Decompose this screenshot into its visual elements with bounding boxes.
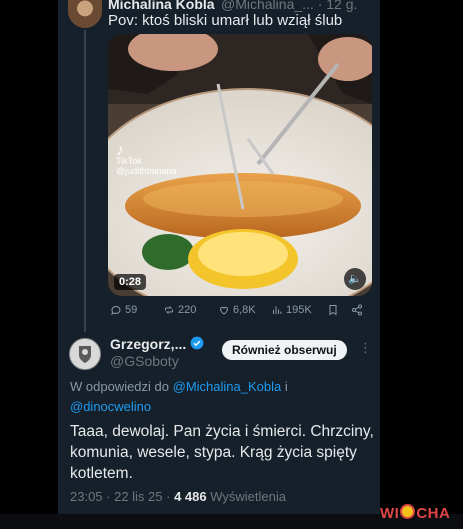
author-handle-time: @Michalina_... · 12 g. bbox=[221, 0, 357, 12]
mention-link[interactable]: @Michalina_Kobla bbox=[173, 379, 282, 394]
views-button[interactable]: 195K bbox=[271, 304, 312, 316]
mute-icon[interactable]: 🔈 bbox=[344, 268, 366, 290]
reply-meta: 23:05 · 22 lis 25 · 4 486 Wyświetlenia bbox=[70, 489, 286, 504]
heart-icon bbox=[219, 306, 229, 315]
share-icon bbox=[352, 304, 362, 316]
thread-line bbox=[84, 30, 86, 332]
tiktok-logo-icon: ♪ bbox=[116, 142, 124, 159]
coat-of-arms-icon bbox=[79, 346, 91, 363]
reply-button[interactable]: 59 bbox=[110, 304, 137, 316]
tiktok-watermark: ♪ TikTok @judithbanana bbox=[116, 142, 177, 177]
watermark-part2: CHA bbox=[416, 505, 451, 522]
watermark-o-icon bbox=[400, 504, 416, 519]
reply-count: 59 bbox=[125, 304, 138, 316]
reply-author-name[interactable]: Grzegorz,... bbox=[110, 336, 186, 352]
tweet-video[interactable]: ♪ TikTok @judithbanana 0:28 🔈 bbox=[108, 34, 372, 296]
mention-link[interactable]: @dinocwelino bbox=[70, 399, 151, 414]
repost-count: 220 bbox=[178, 304, 197, 316]
left-black-bar bbox=[0, 0, 58, 529]
author-handle[interactable]: @Michalina_... bbox=[221, 0, 314, 12]
video-duration: 0:28 bbox=[114, 274, 147, 290]
tiktok-user: @judithbanana bbox=[116, 166, 177, 176]
reply-context: W odpowiedzi do @Michalina_Kobla i @dino… bbox=[70, 377, 370, 417]
tweet-time[interactable]: · 12 g. bbox=[318, 0, 358, 12]
repost-icon bbox=[165, 306, 173, 314]
like-count: 6,8K bbox=[233, 304, 256, 316]
wiocha-watermark: WI CHA bbox=[380, 504, 450, 522]
tweet-actions: 59 220 6,8K 195K bbox=[108, 304, 372, 322]
reply-author-handle[interactable]: @GSoboty bbox=[110, 353, 179, 369]
share-button[interactable] bbox=[351, 304, 363, 316]
views-chart-icon bbox=[273, 306, 282, 314]
reply-text: Taaa, dewolaj. Pan życia i śmierci. Chrz… bbox=[70, 423, 374, 482]
reply-joiner: i bbox=[284, 379, 288, 394]
bookmark-icon bbox=[329, 305, 337, 316]
reply-views-label: Wyświetlenia bbox=[210, 489, 286, 504]
views-count: 195K bbox=[286, 304, 312, 316]
like-button[interactable]: 6,8K bbox=[218, 304, 256, 316]
tweet-text: Pov: ktoś bliski umarł lub wziął ślub bbox=[108, 12, 343, 29]
repost-button[interactable]: 220 bbox=[163, 304, 196, 316]
reply-timestamp[interactable]: 23:05 · 22 lis 25 · bbox=[70, 489, 170, 504]
more-options-icon[interactable]: ⋮ bbox=[359, 340, 373, 356]
watermark-part1: WI bbox=[380, 505, 400, 522]
tiktok-brand: TikTok bbox=[116, 156, 142, 166]
reply-prefix: W odpowiedzi do bbox=[70, 379, 169, 394]
reply-views-count: 4 486 bbox=[174, 489, 207, 504]
follow-back-button[interactable]: Również obserwuj bbox=[222, 340, 347, 360]
right-black-bar bbox=[380, 0, 463, 529]
reply-author-avatar[interactable] bbox=[69, 338, 101, 370]
verified-badge-icon bbox=[190, 336, 204, 350]
reply-icon bbox=[111, 305, 121, 315]
author-name[interactable]: Michalina Kobla bbox=[108, 0, 215, 12]
bookmark-button[interactable] bbox=[327, 304, 339, 316]
